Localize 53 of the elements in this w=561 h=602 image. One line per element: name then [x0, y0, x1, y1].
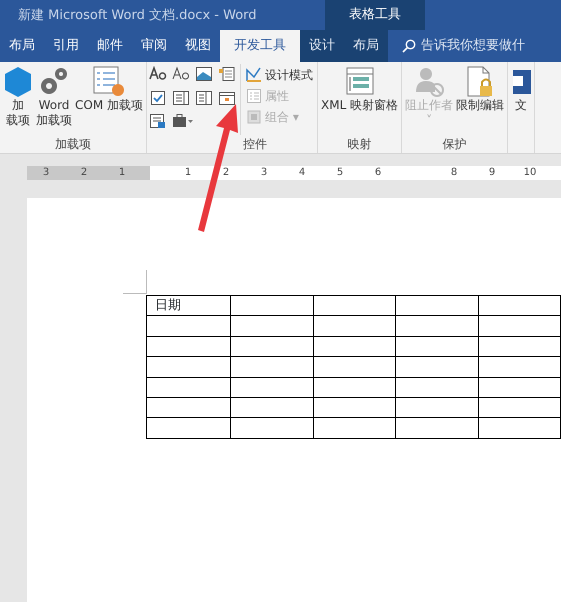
ribbon-tab[interactable]: 开发工具	[220, 30, 300, 62]
ruler-number: 9	[488, 166, 496, 180]
building-block-icon[interactable]	[218, 66, 236, 82]
crop-mark	[123, 270, 147, 294]
ribbon-tab[interactable]: 设计	[300, 30, 344, 62]
ribbon-tab[interactable]: 布局	[344, 30, 388, 62]
date-picker-icon[interactable]	[218, 90, 236, 106]
picture-control-icon[interactable]	[195, 66, 213, 82]
ruler-number: 3	[260, 166, 268, 180]
ribbon-button[interactable]: 设计模式	[244, 64, 315, 85]
ruler-number: 1	[118, 166, 126, 180]
ruler-number: 6	[374, 166, 382, 180]
ribbon-button[interactable]: XML 映射窗格	[320, 64, 400, 135]
group-label: 控件	[243, 137, 267, 151]
ruler-number: 1	[184, 166, 192, 180]
aa-text-icon[interactable]	[149, 66, 167, 80]
ruler-number: 2	[222, 166, 230, 180]
ribbon-tab[interactable]: 引用	[44, 30, 88, 62]
ribbon-button[interactable]: COM 加载项	[74, 64, 144, 135]
cube-icon	[3, 66, 33, 98]
aa-plain-text-icon[interactable]	[172, 66, 190, 80]
toolbox-icon[interactable]	[172, 113, 194, 130]
ruler-number: 3	[42, 166, 50, 180]
checklist-icon	[92, 66, 126, 98]
combo-box-icon[interactable]	[172, 90, 190, 106]
checkbox-control-icon[interactable]	[149, 90, 167, 106]
ruler-number: 8	[450, 166, 458, 180]
ribbon-tab[interactable]: 布局	[0, 30, 44, 62]
ruler-number: 5	[336, 166, 344, 180]
ribbon-button[interactable]: 加 载项	[2, 64, 34, 135]
ribbon-button[interactable]: 限制编辑	[455, 64, 506, 135]
legacy-form-icon[interactable]	[149, 113, 167, 130]
search-icon	[402, 39, 416, 53]
ribbon-tab[interactable]: 视图	[176, 30, 220, 62]
blocked-person-icon	[413, 66, 446, 98]
design-mode-icon	[246, 66, 262, 82]
table-cell: 日期	[146, 296, 231, 316]
group-label: 映射	[348, 137, 372, 151]
ribbon-button[interactable]: 文	[510, 64, 532, 135]
window-title: 新建 Microsoft Word 文档.docx - Word	[17, 7, 258, 25]
properties-icon	[246, 88, 262, 104]
ruler-number: 4	[298, 166, 306, 180]
group-label: 加载项	[55, 137, 91, 151]
search-field[interactable]: 告诉我你想要做什	[421, 36, 525, 56]
ribbon-tab[interactable]: 邮件	[88, 30, 132, 62]
ruler-number: 2	[80, 166, 88, 180]
context-tab-title: 表格工具	[325, 0, 425, 30]
group-icon	[246, 108, 262, 124]
group-label: 保护	[442, 137, 467, 151]
ribbon-tab[interactable]: 审阅	[132, 30, 176, 62]
dropdown-list-icon[interactable]	[195, 90, 213, 106]
ribbon-button[interactable]: Word 加载项	[35, 64, 73, 135]
ruler-number: 10	[522, 166, 538, 180]
